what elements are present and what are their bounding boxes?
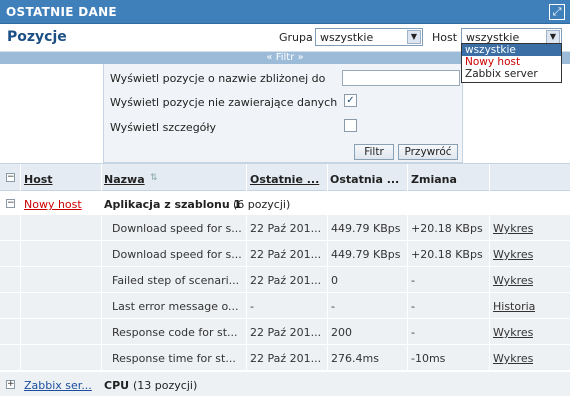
table-row: Response time for st... 22 Paź 201... 27… [0, 345, 570, 371]
item-change: - [411, 300, 415, 313]
item-name: Failed step of scenari... [112, 274, 240, 287]
item-change: +20.18 KBps [411, 222, 483, 235]
filter-details-checkbox[interactable] [344, 119, 357, 132]
item-last-check: 22 Paź 201... [250, 326, 322, 339]
item-change: - [411, 274, 415, 287]
column-last-value: Ostatnia ... [330, 173, 400, 186]
graph-link[interactable]: Wykres [493, 222, 533, 235]
window-titlebar: OSTATNIE DANE ⤢ [0, 0, 570, 24]
filter-no-data-checkbox[interactable]: ✓ [344, 94, 357, 107]
host-option-all[interactable]: wszystkie [462, 44, 561, 56]
item-last-value: 200 [331, 326, 352, 339]
expand-icon[interactable]: + [6, 380, 15, 389]
reset-button[interactable]: Przywróć [398, 144, 458, 160]
table-header: − Host Nazwa ⇅ Ostatnie ... Ostatnia ...… [0, 163, 570, 192]
filter-name-like-input[interactable] [342, 70, 460, 86]
item-last-value: 449.79 KBps [331, 222, 401, 235]
fullscreen-icon[interactable]: ⤢ [549, 4, 565, 20]
item-last-value: 449.79 KBps [331, 248, 401, 261]
column-host[interactable]: Host [24, 173, 53, 186]
host-link[interactable]: Nowy host [24, 198, 82, 211]
table-row: Download speed for s... 22 Paź 201... 44… [0, 215, 570, 241]
history-link[interactable]: Historia [493, 300, 535, 313]
graph-link[interactable]: Wykres [493, 326, 533, 339]
group-label: Grupa [279, 31, 313, 44]
sort-ascending-icon: ⇅ [150, 173, 158, 183]
item-last-check: 22 Paź 201... [250, 274, 322, 287]
table-row: Download speed for s... 22 Paź 201... 44… [0, 241, 570, 267]
column-name[interactable]: Nazwa [104, 173, 145, 186]
chevron-down-icon: ▼ [546, 30, 560, 44]
item-change: -10ms [411, 352, 446, 365]
graph-link[interactable]: Wykres [493, 352, 533, 365]
graph-link[interactable]: Wykres [493, 248, 533, 261]
table-row: Last error message o... - - - Historia [0, 293, 570, 319]
host-option-new-host[interactable]: Nowy host [462, 56, 561, 68]
filter-name-like-label: Wyświetl pozycje o nazwie zbliżonej do [110, 72, 326, 85]
group-select-value: wszystkie [320, 31, 374, 44]
column-change: Zmiana [411, 173, 457, 186]
item-name: Last error message o... [112, 300, 239, 313]
host-option-zabbix-server[interactable]: Zabbix server [462, 68, 561, 80]
item-last-check: 22 Paź 201... [250, 222, 322, 235]
host-label: Host [432, 31, 458, 44]
item-last-check: - [250, 300, 254, 313]
host-link[interactable]: Zabbix ser... [24, 379, 92, 392]
item-change: - [411, 326, 415, 339]
filter-panel: Wyświetl pozycje o nazwie zbliżonej do W… [103, 64, 463, 163]
item-name: Download speed for s... [112, 222, 242, 235]
item-last-value: 276.4ms [331, 352, 379, 365]
column-last-check[interactable]: Ostatnie ... [250, 173, 319, 186]
page-title: Pozycje [7, 29, 67, 45]
application-name: Aplikacja z szablonu 1 [104, 198, 242, 211]
collapse-all-icon[interactable]: − [6, 173, 15, 182]
item-change: +20.18 KBps [411, 248, 483, 261]
item-last-value: - [331, 300, 335, 313]
collapse-icon[interactable]: − [6, 199, 15, 208]
host-dropdown-list: wszystkie Nowy host Zabbix server [461, 43, 562, 83]
item-last-check: 22 Paź 201... [250, 248, 322, 261]
group-select[interactable]: wszystkie ▼ [315, 28, 423, 46]
window-title: OSTATNIE DANE [6, 5, 117, 19]
item-name: Download speed for s... [112, 248, 242, 261]
application-count: (13 pozycji) [133, 379, 198, 392]
application-name: CPU [104, 379, 130, 392]
chevron-down-icon: ▼ [407, 30, 421, 44]
item-name: Response time for st... [112, 352, 236, 365]
filter-button[interactable]: Filtr [354, 144, 394, 160]
group-row: + Zabbix ser... CPU (13 pozycji) [0, 372, 570, 396]
graph-link[interactable]: Wykres [493, 274, 533, 287]
table-row: Response code for st... 22 Paź 201... 20… [0, 319, 570, 345]
item-name: Response code for st... [112, 326, 238, 339]
application-count: (6 pozycji) [233, 198, 291, 211]
item-last-check: 22 Paź 201... [250, 352, 322, 365]
table-row: Failed step of scenari... 22 Paź 201... … [0, 267, 570, 293]
filter-details-label: Wyświetl szczegóły [110, 121, 217, 134]
group-row: − Nowy host Aplikacja z szablonu 1 (6 po… [0, 191, 570, 215]
filter-no-data-label: Wyświetl pozycje nie zawierające danych [110, 96, 338, 109]
item-last-value: 0 [331, 274, 338, 287]
